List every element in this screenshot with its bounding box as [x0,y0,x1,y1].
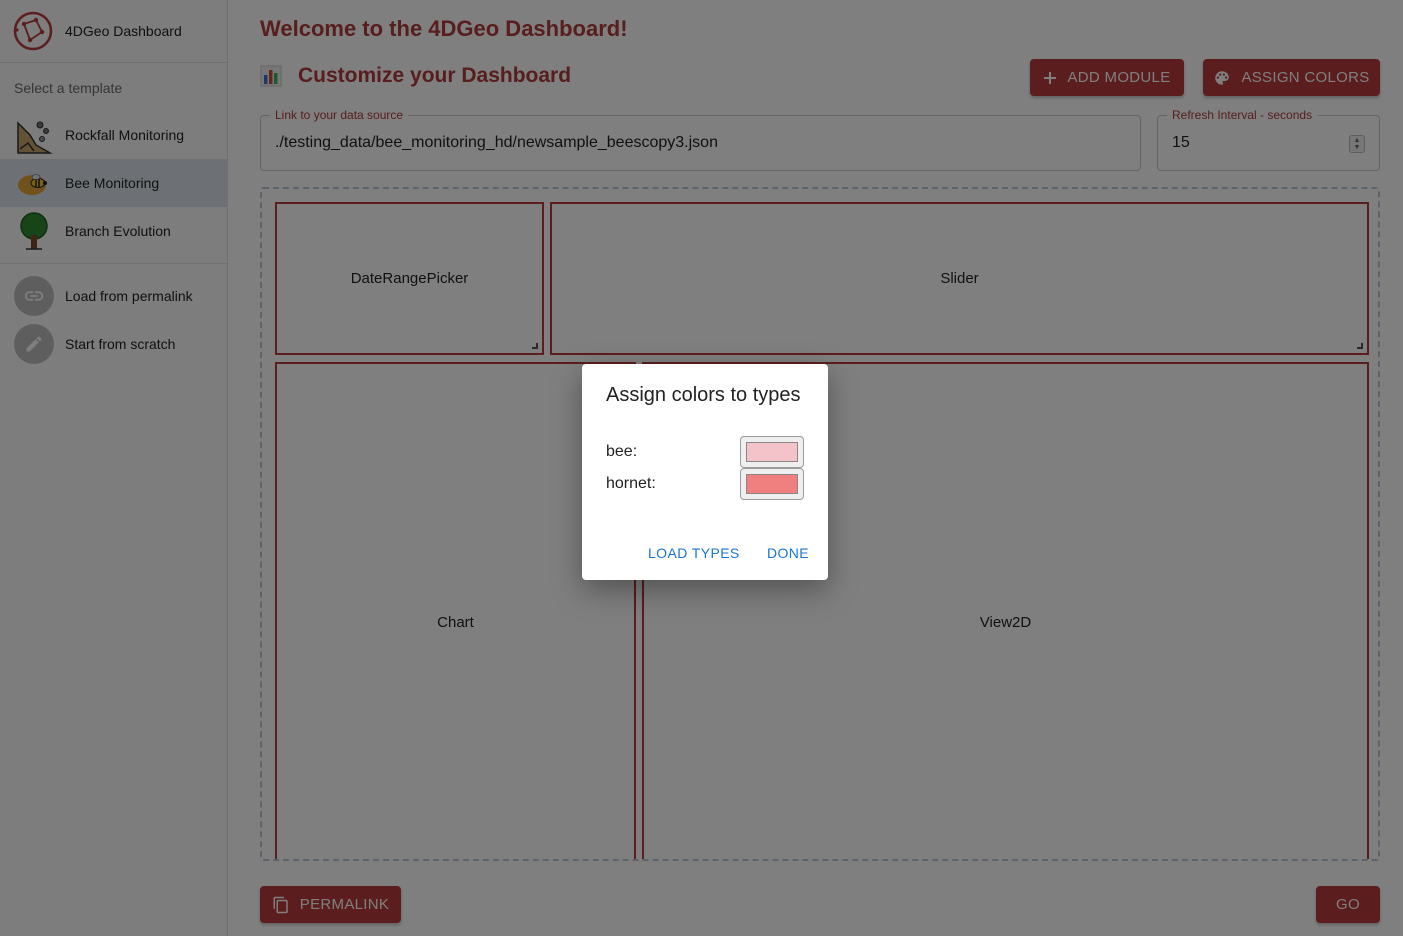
type-row-bee: bee: [606,436,804,468]
color-swatch [746,474,798,494]
dialog-title: Assign colors to types [606,384,801,406]
color-swatch [746,442,798,462]
color-picker-hornet[interactable] [740,468,804,500]
type-label: hornet: [606,475,656,492]
color-picker-bee[interactable] [740,436,804,468]
assign-colors-dialog: Assign colors to types bee: hornet: LOAD… [582,364,828,580]
type-row-hornet: hornet: [606,468,804,500]
done-button[interactable]: DONE [767,545,809,561]
load-types-button[interactable]: LOAD TYPES [648,545,740,561]
type-label: bee: [606,443,638,460]
